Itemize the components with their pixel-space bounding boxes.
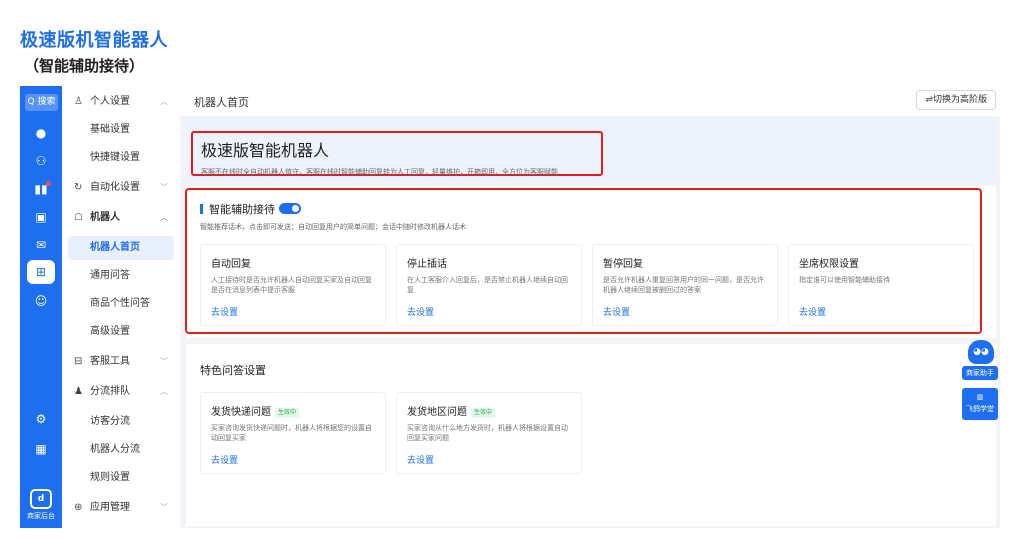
menu-item-robot-routing[interactable]: 机器人分流 bbox=[68, 438, 174, 462]
chat-icon[interactable]: ● bbox=[20, 122, 62, 144]
menu-group-label: 分流排队 bbox=[90, 386, 130, 397]
book-icon: ▥ bbox=[976, 393, 984, 401]
automation-icon: ↻ bbox=[74, 182, 83, 193]
menu-group-label: 个人设置 bbox=[90, 96, 130, 107]
menu-item-advanced[interactable]: 高级设置 bbox=[68, 320, 174, 344]
feige-academy-button[interactable]: ▥ 飞鸽学堂 bbox=[962, 388, 998, 420]
banner-highlight: 极速版智能机器人 客服不在线时全自动机器人值守，客服在线时智能辅助回复转为人工回… bbox=[191, 131, 603, 176]
page-header: 机器人首页 ⇌切换为高阶版 bbox=[180, 86, 1000, 116]
menu-group-label: 自动化设置 bbox=[90, 182, 140, 193]
feature-desc: 买家咨询从什么地方发货时，机器人将根据设置自动回复买家问题 bbox=[407, 424, 568, 442]
rail-search-button[interactable]: Q 搜索 bbox=[25, 94, 58, 111]
menu-item-product-qa[interactable]: 商品个性问答 bbox=[68, 292, 174, 316]
merchant-logo-icon: d bbox=[30, 489, 52, 509]
assistant-robot-icon[interactable]: ◕◕ bbox=[968, 340, 994, 364]
feature-title: 发货地区问题 生效中 bbox=[407, 403, 571, 418]
app-icon: ⊛ bbox=[74, 502, 83, 513]
icon-rail: Q 搜索 ● ⚇ ▮▮ ▣ ✉ ⊞ ☺ ⚙ ▦ d 商家后台 bbox=[20, 86, 62, 528]
floating-assistant: ◕◕ 商家助手 ▥ 飞鸽学堂 bbox=[962, 340, 998, 422]
feature-card-shipping-region: 发货地区问题 生效中 买家咨询从什么地方发货时，机器人将根据设置自动回复买家问题 … bbox=[396, 392, 582, 474]
banner-desc: 客服不在线时全自动机器人值守，客服在线时智能辅助回复转为人工回复，轻量维护，开箱… bbox=[201, 168, 558, 176]
smart-assist-highlight bbox=[185, 188, 982, 334]
chevron-down-icon: ﹀ bbox=[160, 357, 168, 366]
page-title: 机器人首页 bbox=[194, 96, 249, 109]
menu-group-label: 应用管理 bbox=[90, 502, 130, 513]
menu-group-automation[interactable]: ↻ 自动化设置 ﹀ bbox=[62, 174, 180, 202]
menu-item-rule-settings[interactable]: 规则设置 bbox=[68, 466, 174, 490]
chevron-up-icon: ︿ bbox=[160, 213, 168, 222]
status-badge: 生效中 bbox=[275, 408, 300, 418]
special-qa-title: 特色问答设置 bbox=[200, 364, 266, 377]
menu-group-robot[interactable]: ☖ 机器人 ︿ bbox=[62, 204, 180, 232]
status-badge: 生效中 bbox=[471, 408, 496, 418]
chevron-down-icon: ﹀ bbox=[160, 183, 168, 192]
menu-group-label: 机器人 bbox=[90, 212, 120, 223]
chevron-down-icon: ﹀ bbox=[160, 503, 168, 512]
feature-title: 发货快递问题 生效中 bbox=[211, 403, 375, 418]
app-grid-icon[interactable]: ⊞ bbox=[27, 260, 55, 284]
doc-subtitle: （智能辅助接待） bbox=[24, 57, 145, 75]
feature-desc: 买家咨询发货快递问题时，机器人将根据您的设置自动回复买家 bbox=[211, 424, 372, 442]
agent-icon[interactable]: ☺ bbox=[20, 290, 62, 312]
secondary-menu: ♙ 个人设置 ︿ 基础设置 快捷键设置 ↻ 自动化设置 ﹀ ☖ 机器人 ︿ 机器人首页 通用… bbox=[62, 86, 180, 528]
chevron-up-icon: ︿ bbox=[160, 97, 168, 106]
merchant-assistant-button[interactable]: 商家助手 bbox=[962, 366, 998, 380]
feature-title-text: 发货快递问题 bbox=[211, 407, 271, 418]
app-window: Q 搜索 ● ⚇ ▮▮ ▣ ✉ ⊞ ☺ ⚙ ▦ d 商家后台 ♙ 个人设置 ︿ 基础… bbox=[20, 86, 1000, 528]
menu-group-routing[interactable]: ♟ 分流排队 ︿ bbox=[62, 378, 180, 406]
menu-group-label: 客服工具 bbox=[90, 356, 130, 367]
feature-settings-link[interactable]: 去设置 bbox=[407, 453, 571, 466]
feature-settings-link[interactable]: 去设置 bbox=[211, 453, 375, 466]
feature-title-text: 发货地区问题 bbox=[407, 407, 467, 418]
menu-item-basic[interactable]: 基础设置 bbox=[68, 118, 174, 142]
message-icon[interactable]: ▣ bbox=[20, 206, 62, 228]
menu-group-app-mgmt[interactable]: ⊛ 应用管理 ﹀ bbox=[62, 494, 180, 522]
chevron-up-icon: ︿ bbox=[160, 387, 168, 396]
routing-icon: ♟ bbox=[74, 386, 83, 397]
calculator-icon[interactable]: ▦ bbox=[20, 438, 62, 460]
mail-icon[interactable]: ✉ bbox=[20, 234, 62, 256]
robot-banner: 极速版智能机器人 客服不在线时全自动机器人值守，客服在线时智能辅助回复转为人工回… bbox=[186, 116, 996, 182]
banner-title: 极速版智能机器人 bbox=[201, 141, 330, 160]
special-qa-card: 特色问答设置 发货快递问题 生效中 买家咨询发货快递问题时，机器人将根据您的设置自… bbox=[186, 344, 996, 526]
menu-item-shortcut[interactable]: 快捷键设置 bbox=[68, 146, 174, 170]
notification-dot bbox=[46, 181, 51, 186]
feature-card-shipping-express: 发货快递问题 生效中 买家咨询发货快递问题时，机器人将根据您的设置自动回复买家 去… bbox=[200, 392, 386, 474]
doc-title: 极速版机智能器人 bbox=[20, 30, 168, 51]
merchant-backend-label: 商家后台 bbox=[27, 512, 55, 520]
settings-icon[interactable]: ⚙ bbox=[20, 408, 62, 430]
person-icon: ♙ bbox=[74, 96, 83, 107]
robot-icon: ☖ bbox=[74, 212, 83, 223]
switch-advanced-button[interactable]: ⇌切换为高阶版 bbox=[916, 90, 996, 110]
menu-item-general-qa[interactable]: 通用问答 bbox=[68, 264, 174, 288]
stats-icon[interactable]: ▮▮ bbox=[20, 178, 62, 200]
menu-group-personal[interactable]: ♙ 个人设置 ︿ bbox=[62, 88, 180, 116]
menu-group-cs-tools[interactable]: ⊟ 客服工具 ﹀ bbox=[62, 348, 180, 376]
feige-academy-label: 飞鸽学堂 bbox=[966, 405, 994, 413]
users-icon[interactable]: ⚇ bbox=[20, 150, 62, 172]
toolbox-icon: ⊟ bbox=[74, 356, 83, 367]
menu-item-visitor-routing[interactable]: 访客分流 bbox=[68, 410, 174, 434]
menu-item-robot-home[interactable]: 机器人首页 bbox=[68, 236, 174, 260]
merchant-backend[interactable]: d 商家后台 bbox=[20, 486, 62, 521]
